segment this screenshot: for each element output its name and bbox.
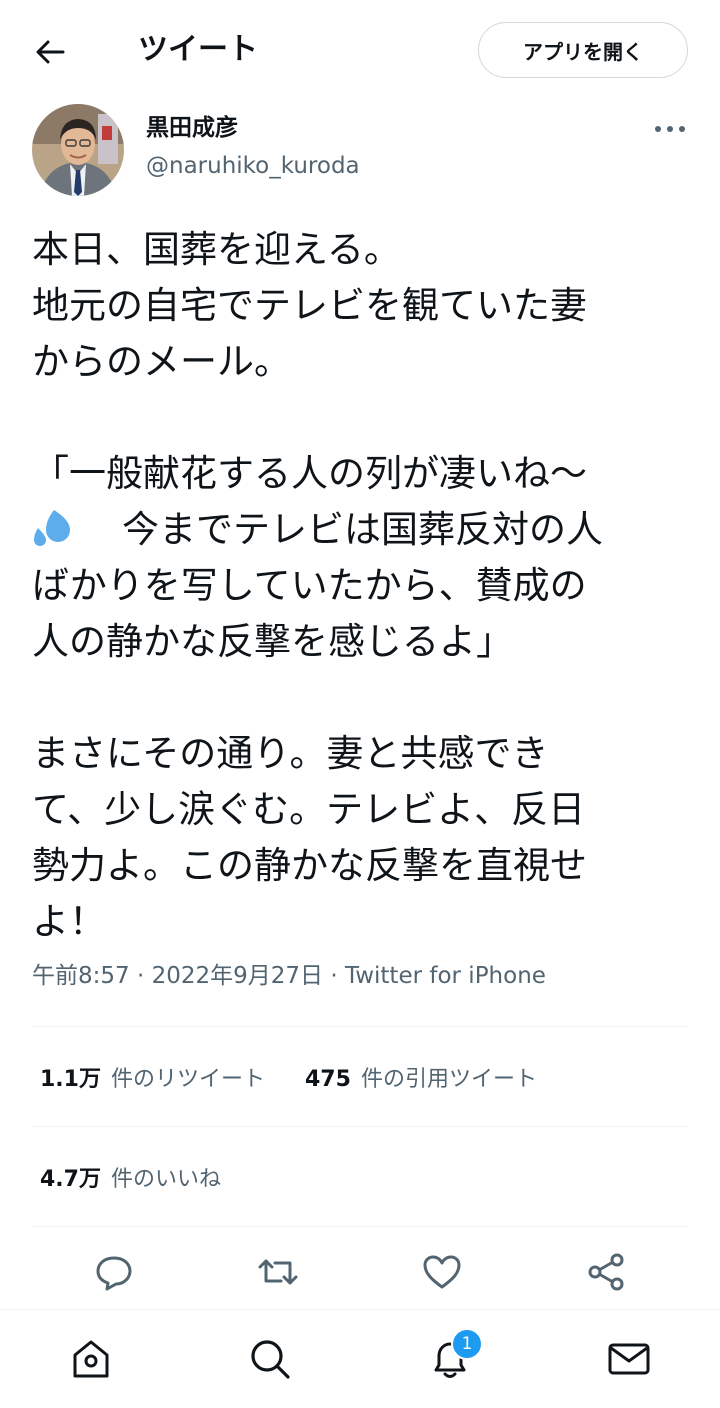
mail-icon — [608, 1343, 650, 1375]
tweet-line: 地元の自宅でテレビを観ていた妻 — [32, 284, 587, 327]
tweet-line: よ！ — [32, 900, 106, 943]
back-button[interactable] — [22, 26, 78, 78]
tweet-line-with-emoji: 今までテレビは国葬反対の人 — [32, 502, 692, 558]
likes-stat[interactable]: 4.7万 件のいいね — [40, 1161, 221, 1193]
home-icon — [73, 1340, 109, 1378]
tweet-time[interactable]: 午前8:57 — [32, 963, 130, 989]
tweet-line: まさにその通り。妻と共感でき — [32, 732, 549, 775]
meta-separator: · — [136, 963, 145, 989]
tweet-line: 今までテレビは国葬反対の人 — [122, 508, 603, 551]
quotes-stat[interactable]: 475 件の引用ツイート — [305, 1061, 537, 1093]
tweet-actions — [0, 1240, 720, 1304]
retweet-quote-stats: 1.1万 件のリツイート 475 件の引用ツイート — [40, 1057, 577, 1097]
retweets-stat[interactable]: 1.1万 件のリツイート — [40, 1061, 265, 1093]
retweets-label: 件のリツイート — [110, 1067, 265, 1092]
tweet-text: 本日、国葬を迎える。 地元の自宅でテレビを観ていた妻 からのメール。 「一般献花… — [32, 222, 692, 950]
more-icon — [655, 126, 685, 132]
tweet-line: 人の静かな反撃を感じるよ」 — [32, 620, 513, 663]
share-icon — [588, 1253, 624, 1291]
divider — [32, 1026, 688, 1027]
likes-count: 4.7万 — [40, 1167, 101, 1192]
search-icon — [251, 1340, 290, 1379]
tweet-client[interactable]: Twitter for iPhone — [345, 963, 546, 989]
bottom-navigation: 1 — [0, 1309, 720, 1408]
retweet-button[interactable] — [256, 1250, 300, 1294]
tweet-date[interactable]: 2022年9月27日 — [152, 963, 323, 989]
nav-search[interactable] — [245, 1334, 295, 1384]
likes-stats: 4.7万 件のいいね — [40, 1157, 261, 1197]
top-bar: ツイート アプリを開く — [0, 0, 720, 100]
notification-badge: 1 — [451, 1328, 483, 1360]
quotes-count: 475 — [305, 1067, 351, 1092]
heart-icon — [423, 1255, 461, 1289]
tweet-metadata: 午前8:57 · 2022年9月27日 · Twitter for iPhone — [32, 958, 546, 994]
open-app-button[interactable]: アプリを開く — [478, 22, 688, 78]
back-arrow-icon — [36, 40, 65, 64]
quotes-label: 件の引用ツイート — [360, 1067, 537, 1092]
reply-button[interactable] — [92, 1250, 136, 1294]
tweet-author: 黒田成彦 @naruhiko_kuroda — [0, 100, 720, 200]
tweet-line: 本日、国葬を迎える。 — [32, 228, 401, 271]
tweet-line: ばかりを写していたから、賛成の — [32, 564, 587, 607]
retweet-icon — [258, 1259, 298, 1285]
retweets-count: 1.1万 — [40, 1067, 101, 1092]
reply-icon — [96, 1256, 132, 1291]
divider — [32, 1126, 688, 1127]
tweet-line: からのメール。 — [32, 340, 291, 383]
tweet-line: 「一般献花する人の列が凄いね〜 — [32, 452, 587, 495]
author-display-name[interactable]: 黒田成彦 — [146, 112, 238, 144]
likes-label: 件のいいね — [110, 1167, 221, 1192]
share-button[interactable] — [584, 1250, 628, 1294]
nav-home[interactable] — [66, 1334, 116, 1384]
more-button[interactable] — [648, 114, 692, 144]
page-title: ツイート — [138, 32, 258, 67]
sweat-droplets-icon — [32, 506, 122, 546]
like-button[interactable] — [420, 1250, 464, 1294]
divider — [32, 1226, 688, 1227]
avatar[interactable] — [32, 104, 124, 196]
tweet-line: て、少し涙ぐむ。テレビよ、反日 — [32, 788, 586, 831]
author-handle[interactable]: @naruhiko_kuroda — [146, 150, 360, 182]
nav-messages[interactable] — [604, 1334, 654, 1384]
meta-separator: · — [330, 963, 338, 989]
tweet-line: 勢力よ。この静かな反撃を直視せ — [32, 844, 587, 887]
